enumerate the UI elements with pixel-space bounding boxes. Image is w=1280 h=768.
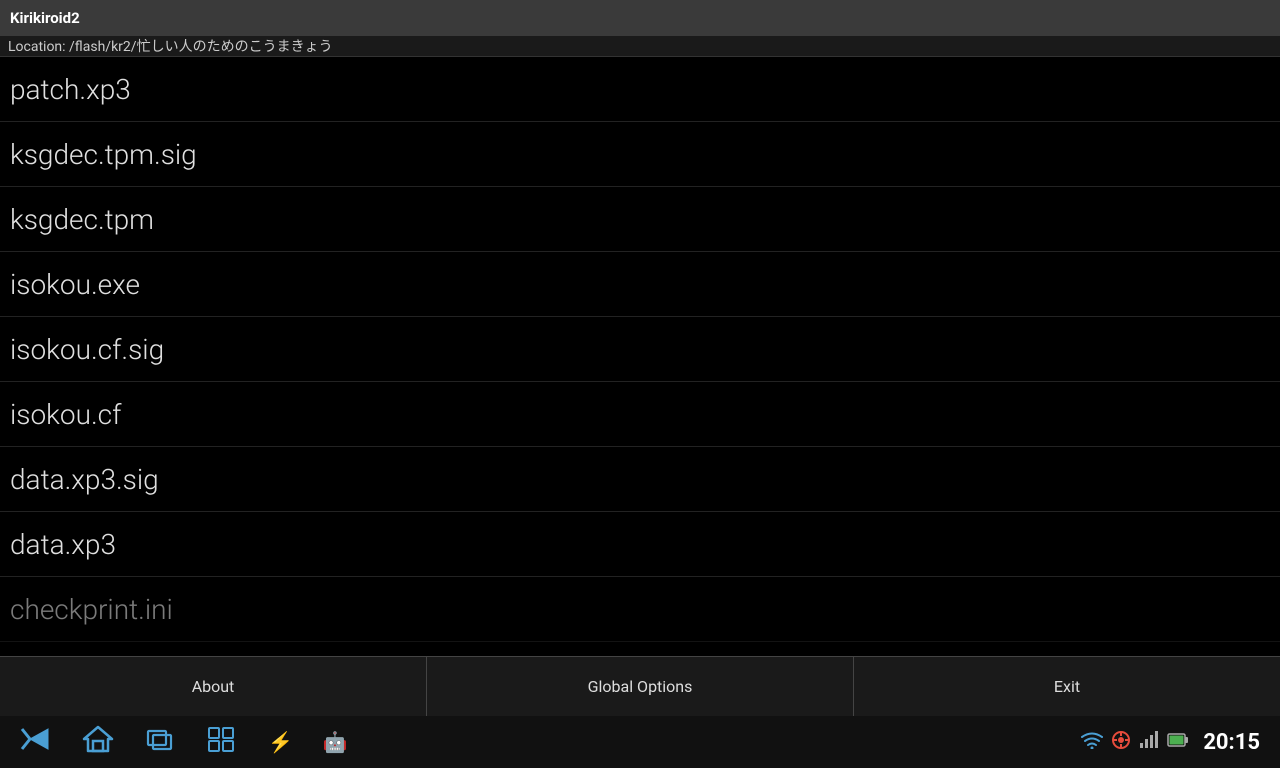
file-name: patch.xp3 bbox=[10, 73, 131, 106]
title-bar: Kirikiroid2 bbox=[0, 0, 1280, 36]
status-time: 20:15 bbox=[1203, 730, 1260, 755]
android-icon: 🤖 bbox=[323, 730, 348, 754]
file-name: ksgdec.tpm bbox=[10, 203, 154, 236]
location-text: Location: /flash/kr2/忙しい人のためのこうまきょう bbox=[8, 36, 333, 56]
exit-button[interactable]: Exit bbox=[854, 657, 1280, 716]
battery-icon bbox=[1167, 731, 1189, 753]
bottom-menu-bar: About Global Options Exit bbox=[0, 656, 1280, 716]
signal-bars-icon bbox=[1139, 731, 1159, 753]
file-item[interactable]: isokou.cf.sig bbox=[0, 317, 1280, 382]
app-title: Kirikiroid2 bbox=[10, 9, 80, 27]
nav-left-icons: ⚡ 🤖 bbox=[20, 725, 1081, 760]
file-list: patch.xp3 ksgdec.tpm.sig ksgdec.tpm isokou.… bbox=[0, 57, 1280, 692]
recent-apps-button[interactable] bbox=[144, 725, 176, 759]
location-icon bbox=[1111, 730, 1131, 755]
about-button[interactable]: About bbox=[0, 657, 427, 716]
main-content: Location: /flash/kr2/忙しい人のためのこうまきょう patc… bbox=[0, 36, 1280, 692]
file-item[interactable]: data.xp3.sig bbox=[0, 447, 1280, 512]
file-name: isokou.cf bbox=[10, 398, 121, 431]
file-item[interactable]: data.xp3 bbox=[0, 512, 1280, 577]
location-bar: Location: /flash/kr2/忙しい人のためのこうまきょう bbox=[0, 36, 1280, 57]
wifi-icon bbox=[1081, 731, 1103, 754]
file-item[interactable]: patch.xp3 bbox=[0, 57, 1280, 122]
grid-button[interactable] bbox=[206, 725, 238, 759]
file-item[interactable]: isokou.exe bbox=[0, 252, 1280, 317]
file-name: data.xp3.sig bbox=[10, 463, 159, 496]
file-name: ksgdec.tpm.sig bbox=[10, 138, 197, 171]
usb-icon: ⚡ bbox=[268, 730, 293, 754]
file-item[interactable]: ksgdec.tpm bbox=[0, 187, 1280, 252]
android-nav-bar: ⚡ 🤖 bbox=[0, 716, 1280, 768]
home-button[interactable] bbox=[82, 725, 114, 759]
file-item[interactable]: ksgdec.tpm.sig bbox=[0, 122, 1280, 187]
file-name: isokou.exe bbox=[10, 268, 140, 301]
file-item[interactable]: isokou.cf bbox=[0, 382, 1280, 447]
file-name: isokou.cf.sig bbox=[10, 333, 164, 366]
file-name: data.xp3 bbox=[10, 528, 116, 561]
file-name: checkprint.ini bbox=[10, 593, 173, 626]
back-button[interactable] bbox=[20, 725, 52, 760]
global-options-button[interactable]: Global Options bbox=[427, 657, 854, 716]
nav-right-status: 20:15 bbox=[1081, 730, 1260, 755]
file-item[interactable]: checkprint.ini bbox=[0, 577, 1280, 642]
